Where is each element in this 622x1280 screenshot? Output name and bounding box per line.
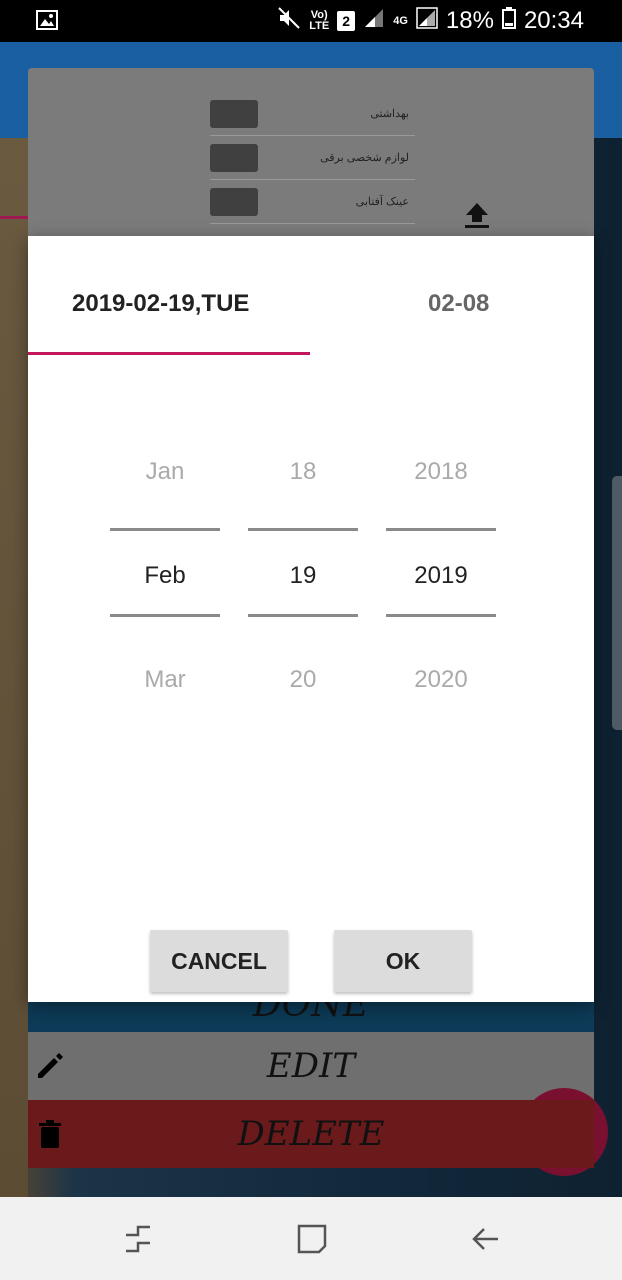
status-bar: Vo) LTE 2 4G 18% 20:34 xyxy=(0,0,622,42)
volte-icon: Vo) LTE xyxy=(309,10,329,32)
background-tab-indicator xyxy=(0,216,28,219)
done-label: DONE xyxy=(252,1002,370,1025)
month-picker[interactable]: Jan Feb Mar xyxy=(110,436,220,696)
category-label: بهداشتی xyxy=(370,108,409,120)
tab-time[interactable]: 02-08 xyxy=(428,290,489,318)
upload-icon xyxy=(462,200,492,230)
tab-date[interactable]: 2019-02-19,TUE xyxy=(72,290,249,318)
selection-divider xyxy=(248,528,358,531)
category-thumbnail xyxy=(210,187,258,216)
selection-divider xyxy=(110,614,220,617)
category-thumbnail xyxy=(210,143,258,172)
battery-icon xyxy=(501,6,516,36)
year-prev[interactable]: 2018 xyxy=(386,458,496,486)
list-item: عینک آفتابی xyxy=(210,180,415,224)
selection-divider xyxy=(110,528,220,531)
tab-indicator xyxy=(28,352,310,355)
month-prev[interactable]: Jan xyxy=(110,458,220,486)
background-category-list: بهداشتی لوازم شخصی برقی عینک آفتابی xyxy=(210,92,415,232)
edit-row: EDIT xyxy=(28,1032,594,1100)
ok-button[interactable]: OK xyxy=(334,930,472,992)
volte-bottom-label: LTE xyxy=(309,20,330,32)
gallery-notification-icon xyxy=(36,10,58,30)
list-item: بهداشتی xyxy=(210,92,415,136)
background-side-handle xyxy=(612,476,622,730)
back-icon[interactable] xyxy=(470,1223,502,1255)
navigation-bar xyxy=(0,1197,622,1280)
selection-divider xyxy=(248,614,358,617)
category-label: عینک آفتابی xyxy=(355,196,409,208)
month-selected[interactable]: Feb xyxy=(110,562,220,590)
home-icon[interactable] xyxy=(296,1223,328,1255)
signal-strength-2-icon xyxy=(416,6,438,36)
month-next[interactable]: Mar xyxy=(110,666,220,694)
battery-percent: 18% xyxy=(445,7,494,34)
day-selected[interactable]: 19 xyxy=(248,562,358,590)
background-left-strip xyxy=(0,138,28,1198)
delete-row: DELETE xyxy=(28,1100,594,1168)
signal-strength-icon xyxy=(363,7,385,36)
date-picker-dialog: 2019-02-19,TUE 02-08 Jan Feb Mar 18 19 2… xyxy=(28,236,594,1002)
recent-apps-icon[interactable] xyxy=(122,1223,154,1255)
day-picker[interactable]: 18 19 20 xyxy=(248,436,358,696)
delete-label: DELETE xyxy=(237,1114,385,1154)
selection-divider xyxy=(386,528,496,531)
mute-icon xyxy=(277,6,301,37)
network-type-badge: 4G xyxy=(393,14,408,27)
edit-label: EDIT xyxy=(266,1046,356,1086)
cancel-button[interactable]: CANCEL xyxy=(150,930,288,992)
day-next[interactable]: 20 xyxy=(248,666,358,694)
year-next[interactable]: 2020 xyxy=(386,666,496,694)
selection-divider xyxy=(386,614,496,617)
year-selected[interactable]: 2019 xyxy=(386,562,496,590)
day-prev[interactable]: 18 xyxy=(248,458,358,486)
sim-slot-badge: 2 xyxy=(337,11,356,31)
done-row: DONE xyxy=(28,1002,594,1032)
clock: 20:34 xyxy=(523,7,584,34)
list-item: لوازم شخصی برقی xyxy=(210,136,415,180)
category-label: لوازم شخصی برقی xyxy=(320,152,409,164)
category-thumbnail xyxy=(210,99,258,128)
year-picker[interactable]: 2018 2019 2020 xyxy=(386,436,496,696)
